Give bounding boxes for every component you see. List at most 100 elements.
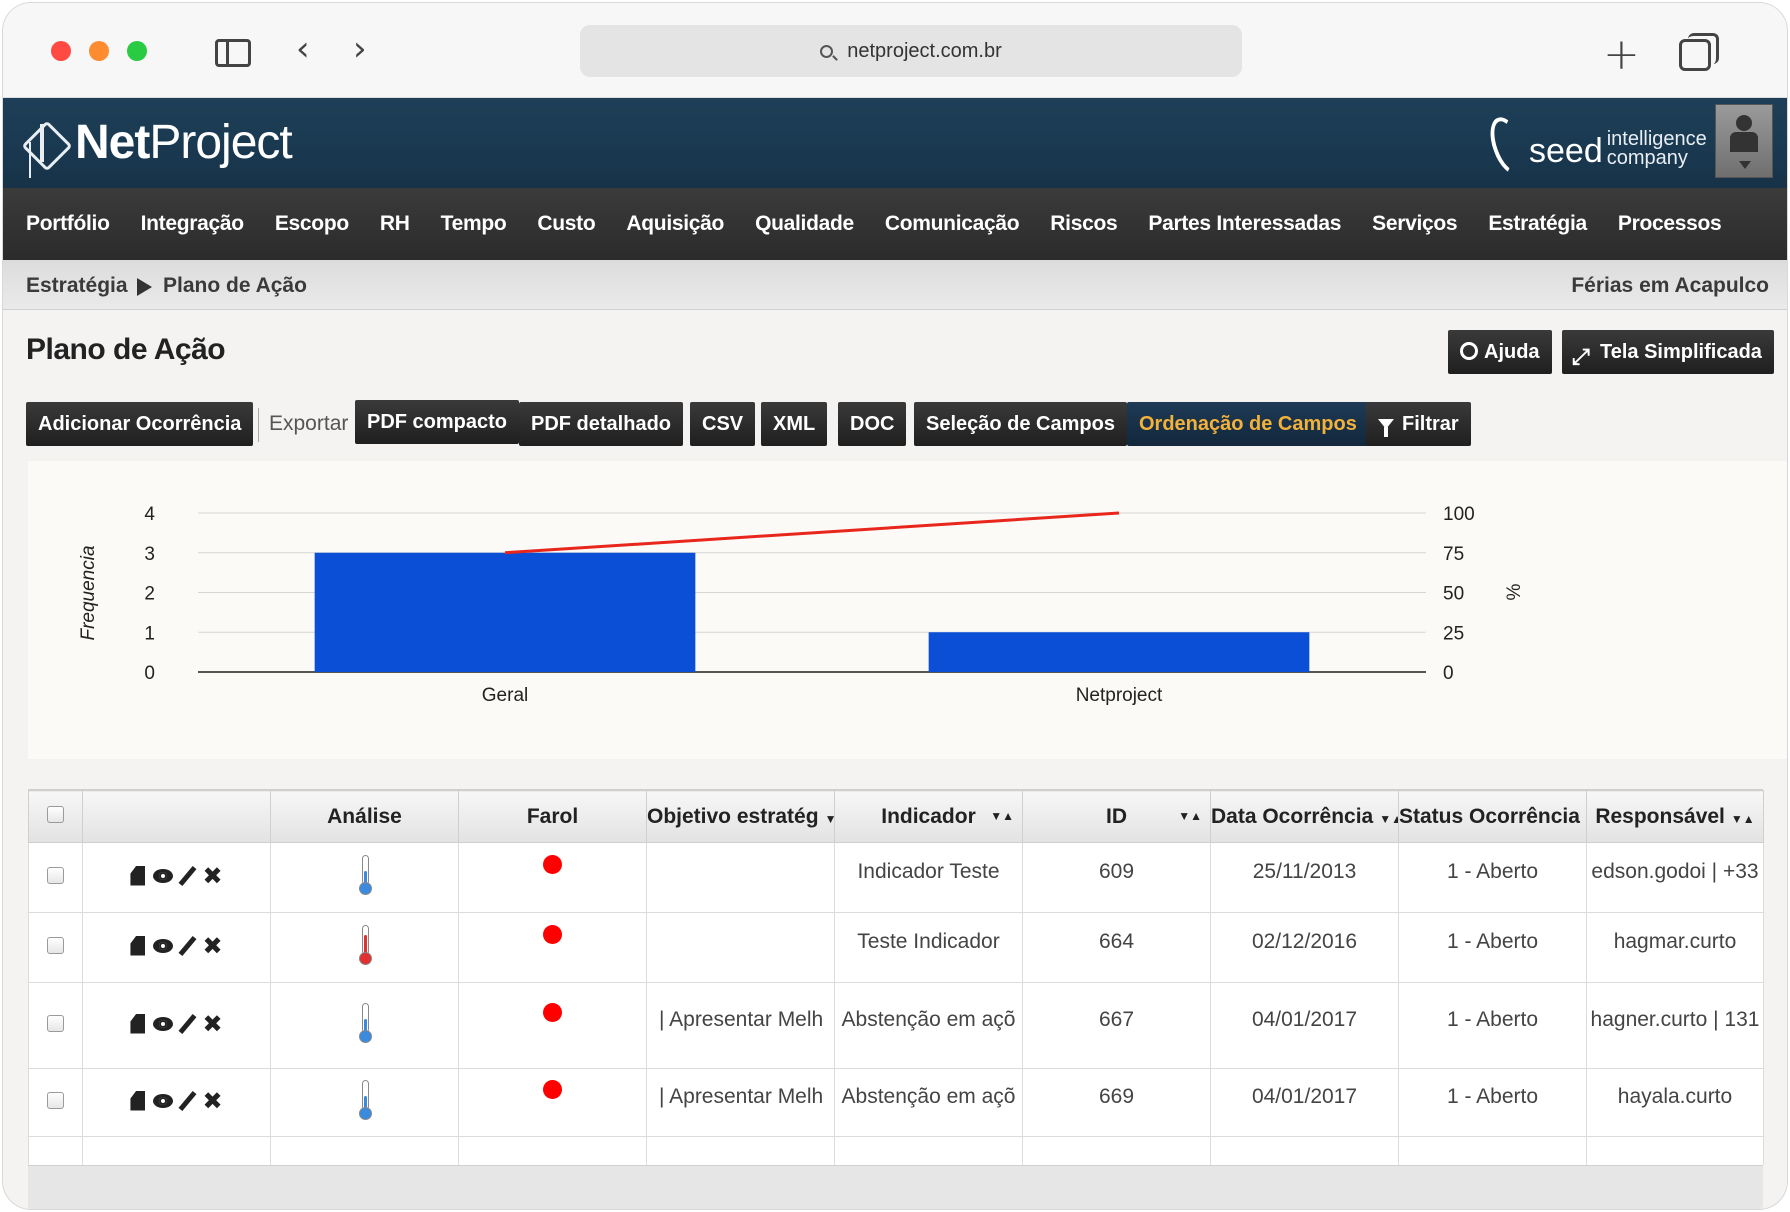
- chart-bar: [314, 552, 696, 672]
- menu-item-escopo[interactable]: Escopo: [275, 212, 349, 236]
- y2-tick-label: 75: [1443, 544, 1464, 565]
- menu-item-comunicacao[interactable]: Comunicação: [885, 212, 1020, 236]
- user-menu-button[interactable]: [1715, 104, 1773, 178]
- thermometer-icon: [358, 854, 372, 895]
- logo-regular-text: Project: [149, 115, 292, 169]
- cell-data: 04/01/2017: [1251, 1084, 1358, 1108]
- filter-button[interactable]: Filtrar: [1366, 402, 1471, 446]
- header-status[interactable]: Status Ocorrência▼▲: [1398, 790, 1587, 843]
- cell-responsavel: hagmar.curto: [1613, 929, 1737, 953]
- row-checkbox[interactable]: [47, 1091, 64, 1109]
- delete-icon[interactable]: ✖: [202, 864, 222, 888]
- document-icon[interactable]: [130, 935, 146, 956]
- export-doc-button[interactable]: DOC: [838, 402, 907, 446]
- document-icon[interactable]: [130, 865, 146, 886]
- row-checkbox[interactable]: [47, 1014, 64, 1032]
- document-icon[interactable]: [130, 1013, 146, 1034]
- edit-icon[interactable]: [178, 865, 197, 886]
- view-icon[interactable]: [153, 1016, 174, 1031]
- field-selection-button[interactable]: Seleção de Campos: [914, 402, 1127, 446]
- menu-item-qualidade[interactable]: Qualidade: [755, 212, 854, 236]
- cell-responsavel: hayala.curto: [1617, 1084, 1733, 1108]
- user-icon: [1736, 115, 1752, 131]
- row-checkbox[interactable]: [47, 866, 64, 884]
- view-icon[interactable]: [153, 938, 174, 953]
- table-footer: [28, 1165, 1763, 1209]
- sort-icon[interactable]: ▼▲: [990, 809, 1014, 823]
- cell-objetivo: | Apresentar Melh: [659, 1084, 824, 1108]
- maximize-window-button[interactable]: [127, 41, 147, 61]
- delete-icon[interactable]: ✖: [202, 1012, 222, 1036]
- field-ordering-button[interactable]: Ordenação de Campos: [1127, 402, 1369, 446]
- address-bar[interactable]: netproject.com.br: [580, 25, 1242, 77]
- sort-icon[interactable]: ▼▲: [1731, 812, 1755, 826]
- sort-icon[interactable]: ▼▲: [1379, 812, 1397, 826]
- delete-icon[interactable]: ✖: [202, 934, 222, 958]
- select-all-header: [28, 790, 83, 843]
- x-tick-label: Geral: [482, 685, 528, 706]
- menu-item-servicos[interactable]: Serviços: [1372, 212, 1457, 236]
- edit-icon[interactable]: [178, 935, 197, 956]
- toolbar-divider: [258, 408, 259, 442]
- menu-item-riscos[interactable]: Riscos: [1050, 212, 1117, 236]
- view-icon[interactable]: [153, 868, 174, 883]
- minimize-window-button[interactable]: [89, 41, 109, 61]
- export-pdf-compact-button[interactable]: PDF compacto: [355, 400, 520, 444]
- sort-icon[interactable]: ▼▲: [1178, 809, 1202, 823]
- netproject-logo[interactable]: NetProject: [25, 112, 293, 172]
- table-header-row: Análise Farol Objetivo estratég▼▲ Indica…: [28, 790, 1764, 843]
- cell-status: 1 - Aberto: [1446, 929, 1539, 953]
- menu-item-tempo[interactable]: Tempo: [441, 212, 507, 236]
- y-axis-label: Frequencia: [78, 545, 99, 640]
- add-occurrence-button[interactable]: Adicionar Ocorrência: [26, 402, 254, 446]
- close-window-button[interactable]: [51, 41, 71, 61]
- header-responsavel[interactable]: Responsável ▼▲: [1586, 790, 1764, 843]
- export-pdf-detailed-button[interactable]: PDF detalhado: [519, 402, 684, 446]
- breadcrumb-parent[interactable]: Estratégia: [26, 274, 128, 298]
- header-objetivo[interactable]: Objetivo estratég▼▲: [646, 790, 835, 843]
- edit-icon[interactable]: [178, 1013, 197, 1034]
- cell-data: 04/01/2017: [1251, 1007, 1358, 1031]
- menu-item-integracao[interactable]: Integração: [141, 212, 245, 236]
- cumulative-line: [504, 511, 1120, 555]
- simple-view-button[interactable]: Tela Simplificada: [1562, 330, 1774, 380]
- header-indicador[interactable]: Indicador ▼▲: [834, 790, 1023, 843]
- document-icon[interactable]: [130, 1090, 146, 1111]
- menu-item-partes-interessadas[interactable]: Partes Interessadas: [1148, 212, 1341, 236]
- menu-item-processos[interactable]: Processos: [1618, 212, 1722, 236]
- new-tab-icon[interactable]: +: [1603, 29, 1640, 80]
- search-icon: [820, 45, 834, 58]
- y2-tick-label: 0: [1443, 663, 1454, 684]
- status-light-red: [543, 1003, 562, 1022]
- breadcrumb-arrow-icon: [137, 278, 152, 296]
- back-icon[interactable]: ‹: [296, 29, 310, 69]
- header-data[interactable]: Data Ocorrência▼▲: [1210, 790, 1399, 843]
- header-farol: Farol: [458, 790, 647, 843]
- menu-item-custo[interactable]: Custo: [537, 212, 595, 236]
- menu-item-rh[interactable]: RH: [380, 212, 410, 236]
- menu-item-estrategia[interactable]: Estratégia: [1488, 212, 1587, 236]
- page-title: Plano de Ação: [26, 333, 226, 366]
- export-xml-button[interactable]: XML: [761, 402, 828, 446]
- edit-icon[interactable]: [178, 1090, 197, 1111]
- table-row: ✖ Teste Indicador 664 02/12/2016 1 - Abe…: [28, 912, 1764, 983]
- logo-mark-icon: [25, 120, 69, 164]
- sidebar-toggle-icon[interactable]: [215, 39, 251, 67]
- cell-data: 25/11/2013: [1252, 859, 1357, 883]
- cell-indicador: Abstenção em açõ: [841, 1007, 1016, 1031]
- sort-icon[interactable]: ▼▲: [825, 812, 834, 826]
- tab-overview-icon[interactable]: [1679, 33, 1719, 71]
- view-icon[interactable]: [153, 1093, 174, 1108]
- cell-status: 1 - Aberto: [1446, 1007, 1539, 1031]
- select-all-checkbox[interactable]: [47, 805, 64, 823]
- expand-icon: [1572, 336, 1592, 380]
- row-checkbox[interactable]: [47, 936, 64, 954]
- delete-icon[interactable]: ✖: [202, 1089, 222, 1113]
- menu-item-portfolio[interactable]: Portfólio: [26, 212, 110, 236]
- help-icon: [1460, 342, 1478, 360]
- export-csv-button[interactable]: CSV: [690, 402, 756, 446]
- header-id[interactable]: ID ▼▲: [1022, 790, 1211, 843]
- forward-icon[interactable]: ›: [353, 29, 367, 69]
- help-button[interactable]: Ajuda: [1448, 330, 1552, 374]
- menu-item-aquisicao[interactable]: Aquisição: [626, 212, 724, 236]
